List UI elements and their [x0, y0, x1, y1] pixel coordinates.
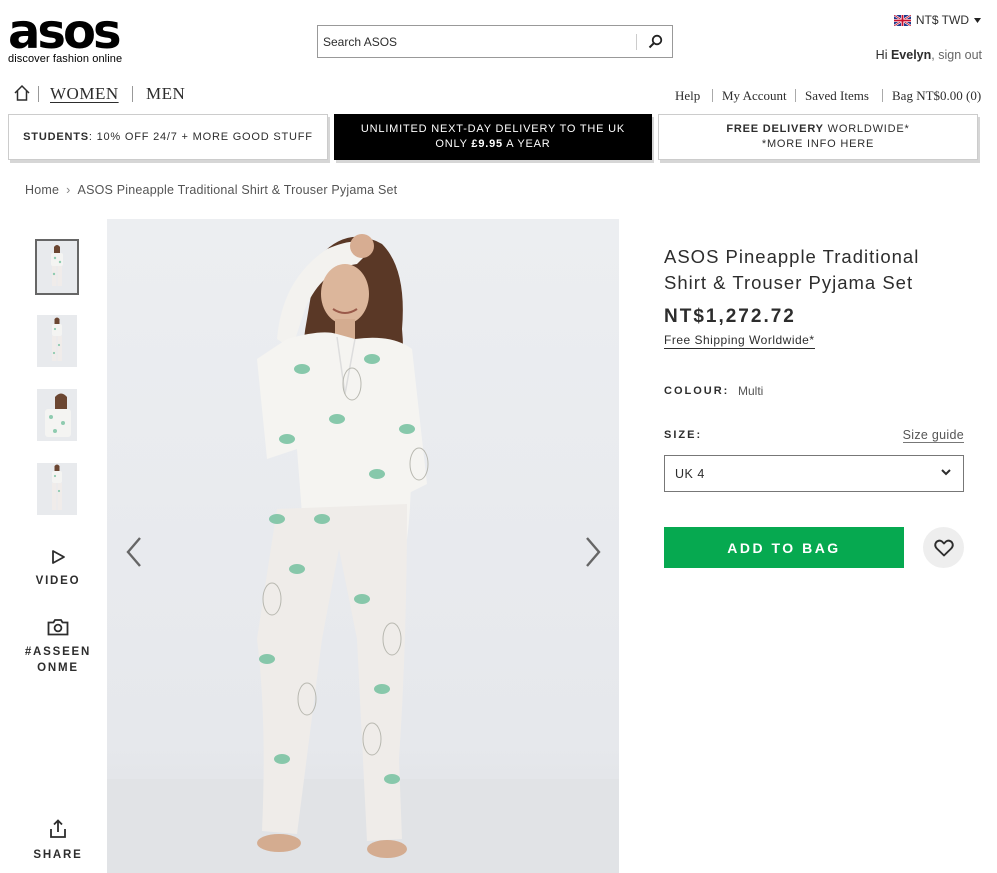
camera-icon	[47, 619, 69, 636]
promo-delivery-text: UNLIMITED NEXT-DAY DELIVERY TO THE UK ON…	[361, 122, 625, 152]
chevron-down-icon	[941, 469, 951, 476]
asseenonme-line2: ONME	[37, 662, 79, 674]
size-selected-value: UK 4	[675, 466, 705, 481]
nav-divider	[38, 86, 39, 102]
promo-free-delivery[interactable]: FREE DELIVERY WORLDWIDE* *MORE INFO HERE	[658, 114, 978, 160]
previous-image-button[interactable]	[123, 535, 145, 569]
asseenonme-button[interactable]: #ASSEEN ONME	[24, 618, 92, 676]
size-select[interactable]: UK 4	[664, 455, 964, 492]
home-icon[interactable]	[13, 84, 31, 102]
product-photo	[107, 234, 619, 873]
breadcrumb-current: ASOS Pineapple Traditional Shirt & Trous…	[77, 183, 398, 197]
util-divider	[882, 89, 883, 102]
currency-selector[interactable]: NT$ TWD	[893, 13, 981, 27]
product-title: ASOS Pineapple Traditional Shirt & Trous…	[664, 246, 920, 293]
next-image-button[interactable]	[582, 535, 604, 569]
sign-out-link[interactable]: , sign out	[931, 48, 982, 62]
share-label: SHARE	[33, 849, 83, 861]
thumbnail-image	[37, 463, 77, 515]
util-divider	[795, 89, 796, 102]
search-input[interactable]	[323, 35, 623, 49]
search-button[interactable]	[638, 26, 672, 57]
asos-logo[interactable]: asos discover fashion online	[8, 4, 134, 65]
nav-divider	[132, 86, 133, 102]
video-button[interactable]: VIDEO	[24, 549, 92, 589]
thumbnail-1[interactable]	[35, 239, 79, 295]
promo-delivery-year: A YEAR	[502, 138, 551, 150]
logo-wordmark: asos	[8, 4, 122, 60]
size-label: SIZE:	[664, 429, 703, 441]
video-label: VIDEO	[35, 575, 81, 587]
util-divider	[712, 89, 713, 102]
promo-delivery-line1: UNLIMITED NEXT-DAY DELIVERY TO THE UK	[360, 123, 626, 135]
search-box	[317, 25, 673, 58]
play-icon	[52, 550, 65, 564]
product-image[interactable]	[107, 219, 619, 873]
promo-students-bold: STUDENTS	[23, 130, 89, 143]
promo-free-line2: *MORE INFO HERE	[761, 138, 875, 150]
caret-down-icon	[974, 17, 981, 23]
save-for-later-button[interactable]	[923, 527, 964, 568]
size-guide-link[interactable]: Size guide	[902, 428, 964, 443]
thumbnail-image	[37, 241, 77, 293]
add-to-bag-button[interactable]: ADD TO BAG	[664, 527, 904, 568]
search-divider	[636, 34, 637, 50]
nav-women[interactable]: WOMEN	[50, 84, 119, 104]
currency-label: NT$ TWD	[915, 13, 969, 27]
user-greeting: Hi Evelyn, sign out	[876, 48, 982, 62]
heart-icon	[933, 539, 954, 556]
promo-students-text: STUDENTS: 10% OFF 24/7 + MORE GOOD STUFF	[23, 130, 313, 145]
bag-link[interactable]: Bag NT$0.00 (0)	[892, 88, 981, 104]
share-button[interactable]: SHARE	[24, 819, 92, 863]
thumbnail-image	[37, 315, 77, 367]
promo-delivery-line2: ONLY £9.95 A YEAR	[361, 137, 625, 152]
promo-delivery-only: ONLY	[435, 138, 472, 150]
my-account-link[interactable]: My Account	[722, 88, 787, 104]
promo-free-rest: WORLDWIDE*	[823, 123, 910, 135]
breadcrumb: Home › ASOS Pineapple Traditional Shirt …	[25, 183, 397, 197]
search-icon	[648, 34, 662, 49]
thumbnail-4[interactable]	[37, 463, 77, 515]
colour-value: Multi	[738, 384, 764, 398]
promo-students[interactable]: STUDENTS: 10% OFF 24/7 + MORE GOOD STUFF	[8, 114, 328, 160]
promo-delivery-price: £9.95	[471, 138, 503, 150]
promo-students-rest: : 10% OFF 24/7 + MORE GOOD STUFF	[88, 130, 313, 143]
promo-free-text: FREE DELIVERY WORLDWIDE* *MORE INFO HERE	[726, 122, 909, 152]
free-shipping-link[interactable]: Free Shipping Worldwide*	[664, 333, 815, 349]
thumbnail-image	[37, 389, 77, 441]
promo-free-bold: FREE DELIVERY	[726, 123, 824, 135]
greeting-prefix: Hi	[875, 48, 891, 62]
promo-free-line1: FREE DELIVERY WORLDWIDE*	[726, 122, 909, 137]
uk-flag-icon	[893, 14, 911, 26]
product-price: NT$1,272.72	[664, 306, 796, 327]
user-name: Evelyn	[890, 48, 932, 62]
breadcrumb-separator: ›	[66, 183, 71, 197]
colour-label: COLOUR:	[664, 385, 730, 397]
help-link[interactable]: Help	[675, 88, 700, 104]
saved-items-link[interactable]: Saved Items	[805, 88, 869, 104]
share-icon	[50, 819, 66, 838]
asseenonme-line1: #ASSEEN	[24, 646, 92, 658]
logo-tagline: discover fashion online	[8, 53, 123, 65]
promo-delivery[interactable]: UNLIMITED NEXT-DAY DELIVERY TO THE UK ON…	[334, 114, 652, 160]
breadcrumb-home[interactable]: Home	[25, 183, 59, 197]
nav-men[interactable]: MEN	[146, 84, 185, 104]
thumbnail-3[interactable]	[37, 389, 77, 441]
thumbnail-2[interactable]	[37, 315, 77, 367]
